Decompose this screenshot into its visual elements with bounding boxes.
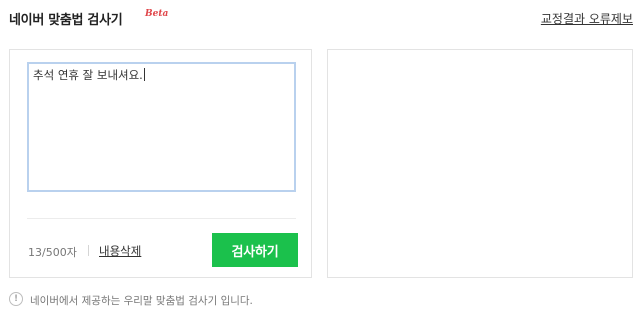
result-panel xyxy=(327,49,633,278)
app-title: 네이버 맞춤법 검사기 xyxy=(9,13,123,28)
character-counter: 13/500자 xyxy=(28,246,77,259)
input-panel: 추석 연휴 잘 보내셔요. 13/500자 내용삭제 검사하기 xyxy=(9,49,312,278)
clear-content-link[interactable]: 내용삭제 xyxy=(99,243,141,259)
divider xyxy=(27,218,296,219)
error-report-link[interactable]: 교정결과 오류제보 xyxy=(541,10,633,27)
input-text: 추석 연휴 잘 보내셔요. xyxy=(33,68,143,82)
text-caret xyxy=(143,68,145,81)
counter-separator xyxy=(88,245,89,256)
text-input[interactable]: 추석 연휴 잘 보내셔요. xyxy=(27,62,296,192)
beta-badge: Beta xyxy=(145,9,169,19)
check-spelling-button[interactable]: 검사하기 xyxy=(212,233,298,267)
header: 네이버 맞춤법 검사기 Beta 교정결과 오류제보 xyxy=(9,7,633,29)
info-icon: ! xyxy=(9,292,23,306)
footer-text: 네이버에서 제공하는 우리말 맞춤법 검사기 입니다. xyxy=(30,295,253,307)
